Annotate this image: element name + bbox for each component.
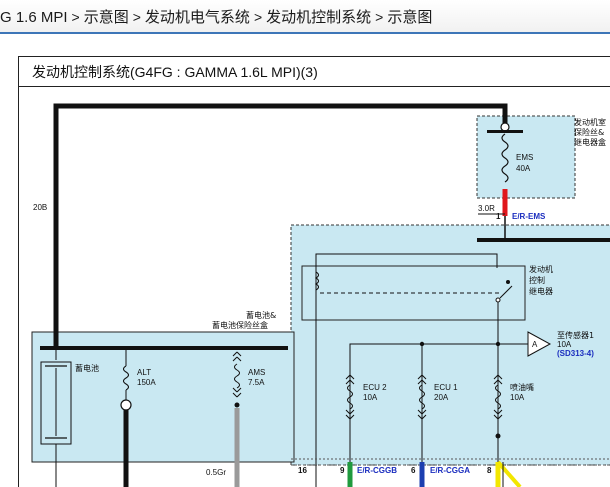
ecu1-fuse-name: ECU 1 (434, 383, 458, 392)
sensor-connector-a-label: A (532, 340, 538, 349)
alt-fuse-terminal (120, 399, 132, 411)
ams-fuse-rating: 7.5A (248, 378, 265, 387)
alt-fuse-name: ALT (137, 368, 151, 377)
ecu2-fuse-rating: 10A (363, 393, 378, 402)
ecu2-fuse-name: ECU 2 (363, 383, 387, 392)
relay-switch-pivot (506, 280, 510, 284)
ams-fuse-terminal (234, 402, 240, 408)
ems-box-label-3: 继电器盒 (574, 137, 606, 147)
ecu1-fuse-rating: 20A (434, 393, 449, 402)
alt-fuse-rating: 150A (137, 378, 156, 387)
relay-label-3: 继电器 (529, 286, 553, 296)
ems-fuse-name: EMS (516, 153, 533, 162)
wire-label-cgga: E/R-CGGA (430, 466, 470, 475)
injector-fuse-bottom-terminal (495, 433, 501, 439)
ems-wire-label: E/R-EMS (512, 212, 546, 221)
injector-fuse-rating: 10A (510, 393, 525, 402)
battery-box-label-2: 蓄电池保险丝盒 (212, 320, 268, 330)
ems-fuse-top-terminal (500, 122, 510, 132)
wire-label-cggb: E/R-CGGB (357, 466, 397, 475)
relay-label-2: 控制 (529, 275, 545, 285)
pin-8-yellow-branch (496, 460, 522, 487)
wiring-diagram: 20B EMS 40A 发动机室 保险丝& 继电器盒 3.0R 1 E/R-EM… (31, 103, 610, 487)
battery-bus-bar (40, 346, 288, 350)
sensor-rating: 10A (557, 340, 572, 349)
pin-9-label: 9 (340, 466, 345, 475)
pin-6-label: 6 (411, 466, 416, 475)
relay-switch-contact (495, 297, 501, 303)
ems-pin-label: 1 (496, 212, 501, 221)
ems-connector-label: 3.0R (478, 204, 495, 213)
relay-label-1: 发动机 (529, 264, 553, 274)
ems-fuse-bar (487, 130, 523, 133)
battery-label: 蓄电池 (75, 363, 99, 373)
ems-box-label-1: 发动机室 (574, 117, 606, 127)
pin-8-label: 8 (487, 466, 492, 475)
ems-fuse-rating: 40A (516, 164, 531, 173)
sensor-reference-link[interactable]: (SD313-4) (557, 349, 594, 358)
injector-fuse-name: 喷油嘴 (510, 382, 534, 392)
ams-fuse-name: AMS (248, 368, 265, 377)
ams-wire-label: 0.5Gr (206, 468, 226, 477)
battery-box-label-1: 蓄电池& (246, 310, 276, 320)
pin-16-label: 16 (298, 466, 307, 475)
sensor-label: 至传感器1 (557, 330, 594, 340)
wire-label-20b: 20B (33, 203, 47, 212)
relay-bus-bar (477, 238, 610, 242)
ems-box-label-2: 保险丝& (574, 127, 604, 137)
